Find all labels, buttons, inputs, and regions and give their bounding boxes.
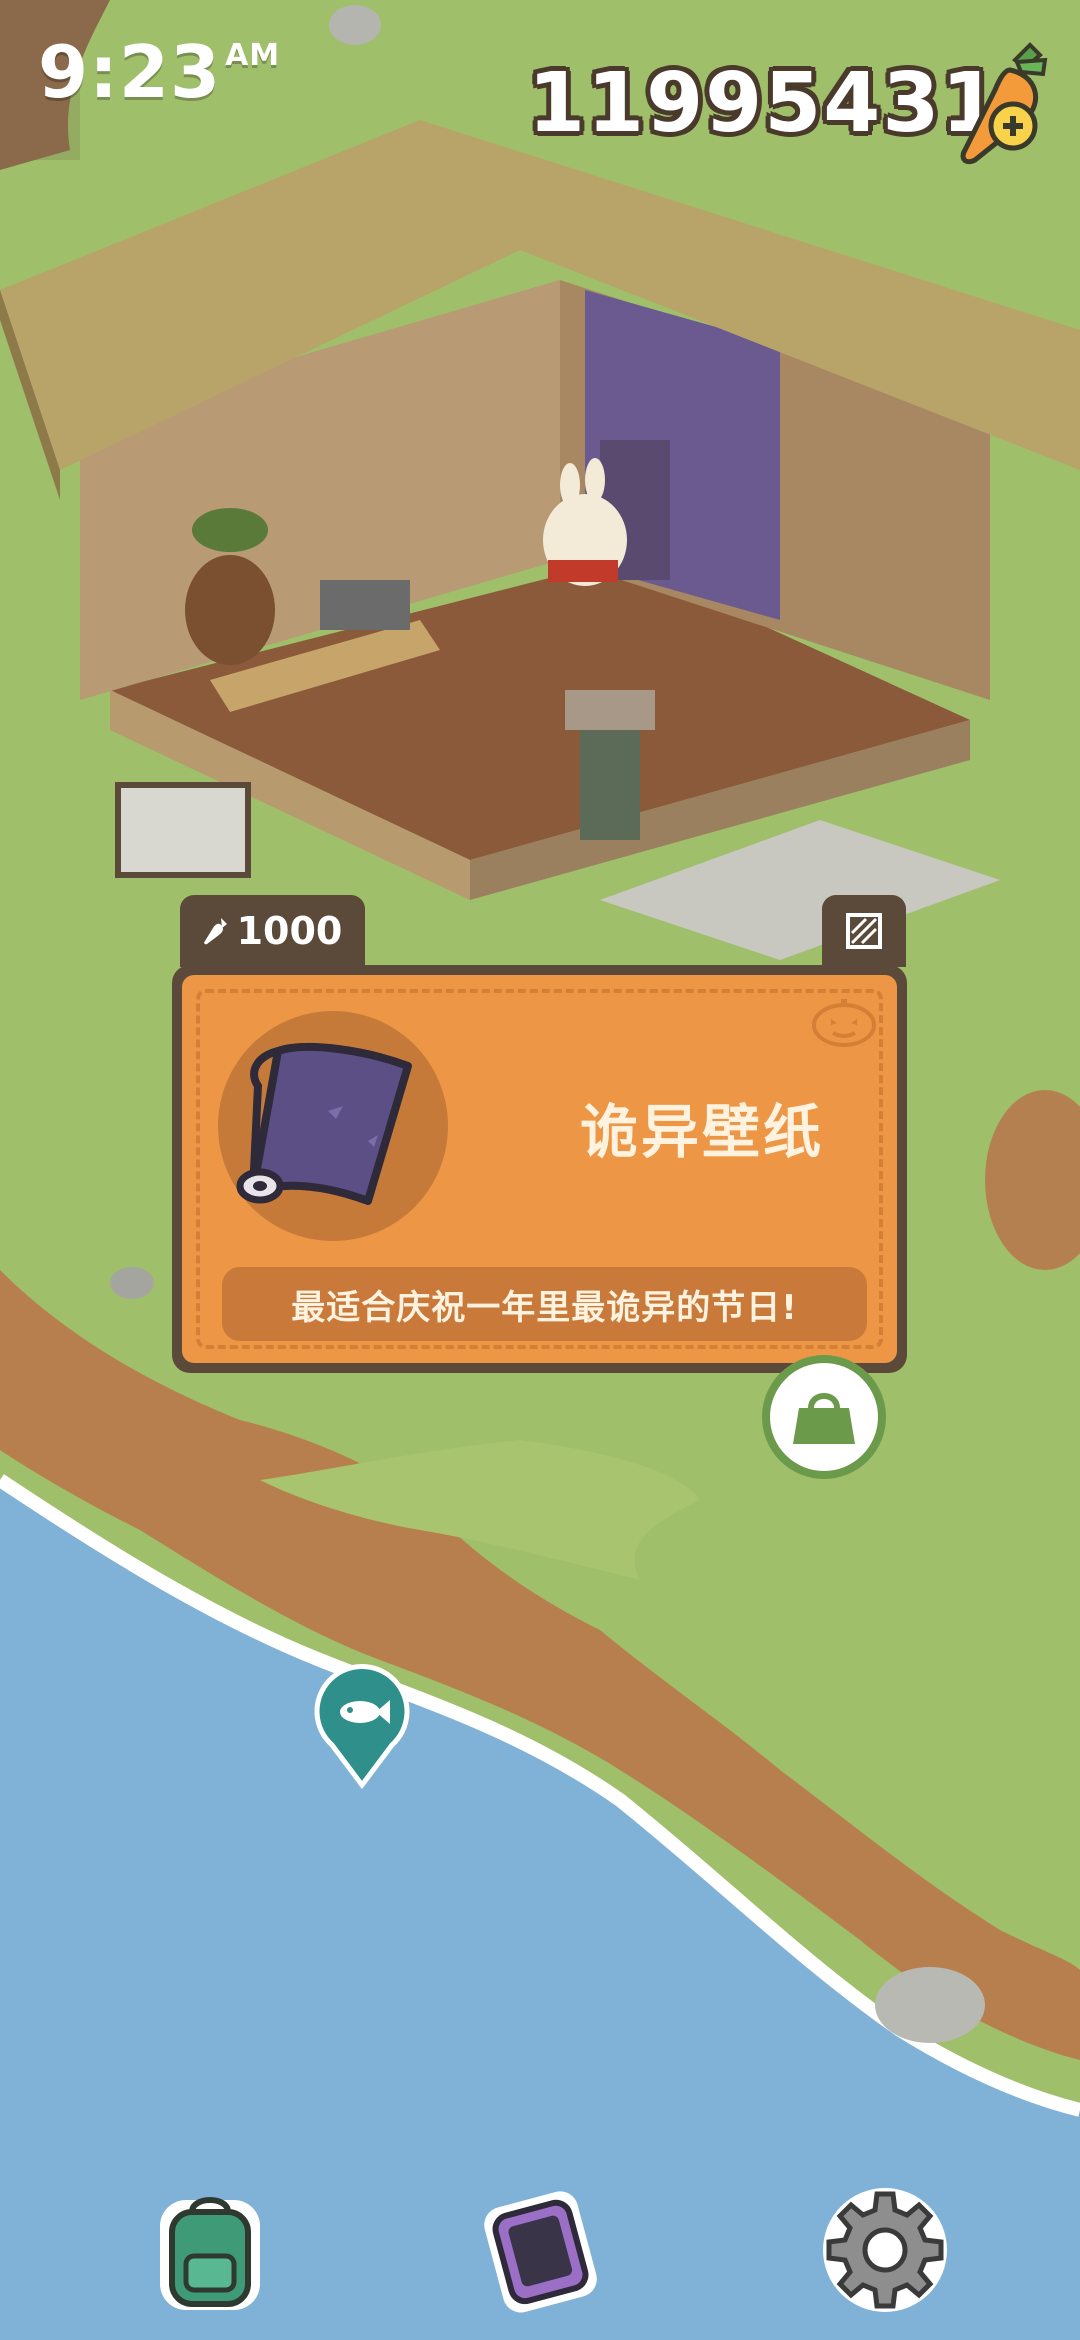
fishing-spot-marker[interactable] [312,1660,412,1790]
item-price: 1000 [236,909,343,953]
pumpkin-icon [812,999,876,1047]
carrot-icon [203,918,227,945]
backpack-icon [160,2197,260,2310]
wallpaper-roll-icon [236,1043,412,1205]
item-name: 诡异壁纸 [579,1098,824,1166]
gear-icon [823,2188,947,2312]
item-description: 最适合庆祝一年里最诡异的节日! [222,1267,867,1341]
item-image-frame [218,1011,448,1241]
add-carrots-button[interactable] [955,40,1065,170]
fish-icon [314,1664,410,1790]
phone-button[interactable] [470,2180,610,2320]
shopping-bag-icon [793,1393,855,1444]
wallpaper-category-tab[interactable] [822,895,906,967]
clock: 9:23 AM [38,30,280,114]
backpack-button[interactable] [140,2180,280,2320]
settings-button[interactable] [815,2180,955,2320]
carrot-plus-icon [960,42,1048,165]
wallpaper-category-icon [846,913,882,949]
item-price-tag: 1000 [180,895,365,967]
carrot-balance: 11995431 [528,56,1001,151]
shop-bag-button[interactable] [762,1355,886,1479]
clock-time: 9:23 [38,30,222,114]
phone-icon [484,2191,597,2313]
clock-ampm: AM [225,38,281,73]
item-info-card: 诡异壁纸 最适合庆祝一年里最诡异的节日! [172,965,907,1373]
